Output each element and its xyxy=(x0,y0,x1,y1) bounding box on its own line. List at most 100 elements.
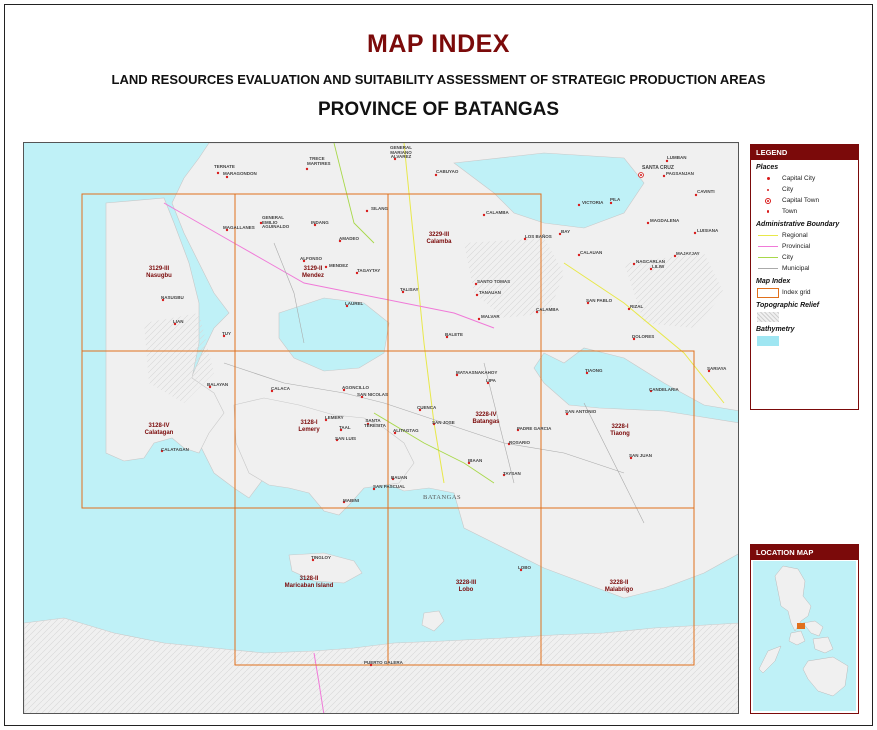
place-label: CUENCA xyxy=(417,405,437,410)
place-label: DOLORES xyxy=(632,334,655,339)
small-island xyxy=(421,610,445,632)
place-label: SILANG xyxy=(371,206,389,211)
place-label: SAN ANTONIO xyxy=(565,409,597,414)
legend-title: LEGEND xyxy=(751,145,858,160)
place-label: PAGSANJAN xyxy=(666,171,694,176)
grid-label-3129-ii[interactable]: 3129-II Mendez xyxy=(302,266,324,280)
place-label: TAAL xyxy=(339,425,351,430)
place-label: LOS BAÑOS xyxy=(525,234,552,239)
place-label: BAY xyxy=(561,229,571,234)
legend-row: Town xyxy=(757,206,858,217)
place-label: TALISAY xyxy=(400,287,419,292)
place-label: LEMERY xyxy=(325,415,344,420)
place-label: ALFONSO xyxy=(300,256,322,261)
map-canvas xyxy=(24,143,738,713)
place-label: TRECE MARTIRES xyxy=(307,156,331,166)
place-label: BALETE xyxy=(445,332,463,337)
grid-label-3128-ii[interactable]: 3128-II Maricaban Island xyxy=(285,576,334,590)
main-map[interactable]: TERNATE MARAGONDON TRECE MARTIRES GENERA… xyxy=(23,142,739,714)
legend-panel: LEGEND Places Capital City City Capital … xyxy=(750,144,859,410)
place-label: SARIAYA xyxy=(707,366,727,371)
place-label: LUISIANA xyxy=(697,228,719,233)
place-label: PADRE GARCIA xyxy=(517,426,552,431)
province-title: PROVINCE OF BATANGAS xyxy=(317,99,560,120)
place-label: SAN NICOLAS xyxy=(357,392,389,397)
grid-label-3228-i[interactable]: 3228-I Tiaong xyxy=(610,424,630,438)
place-label: LILIW xyxy=(652,264,665,269)
city-marker-icon xyxy=(767,188,769,191)
place-label: MAJAYJAY xyxy=(676,251,700,256)
place-label: TINGLOY xyxy=(311,555,331,560)
place-label: TAGAYTAY xyxy=(357,268,381,273)
grid-label-3228-iii[interactable]: 3228-III Lobo xyxy=(456,580,476,594)
page-subtitle: LAND RESOURCES EVALUATION AND SUITABILIT… xyxy=(111,72,766,87)
location-map[interactable] xyxy=(753,561,856,711)
place-label: IBAAN xyxy=(468,458,483,463)
place-label: VICTORIA xyxy=(582,200,604,205)
place-label: MATAASNAKAHOY xyxy=(456,370,498,375)
legend-row: Provincial xyxy=(757,241,858,252)
place-label: GENERAL MARIANO ALVAREZ xyxy=(389,145,412,159)
page-title: MAP INDEX xyxy=(367,30,510,58)
location-marker-icon xyxy=(797,623,805,629)
place-label: MAGALLANES xyxy=(223,225,255,230)
grid-label-3128-i[interactable]: 3128-I Lemery xyxy=(298,420,319,434)
legend-row: Municipal xyxy=(757,263,858,274)
place-label: SAN PABLO xyxy=(586,298,613,303)
place-label: PILA xyxy=(610,197,621,202)
place-label: NASUGBU xyxy=(161,295,184,300)
place-label: AGONCILLO xyxy=(342,385,369,390)
index-grid-swatch-icon xyxy=(757,287,779,298)
city-line-icon xyxy=(758,257,778,258)
place-label: TUY xyxy=(222,331,231,336)
legend-row: City xyxy=(757,252,858,263)
legend-bathy-heading: Bathymetry xyxy=(756,326,795,333)
legend-relief-heading: Topographic Relief xyxy=(756,302,820,309)
location-map-panel: LOCATION MAP xyxy=(750,544,859,714)
grid-label-3128-iv[interactable]: 3128-IV Calatagan xyxy=(145,423,174,437)
legend-row xyxy=(757,335,858,346)
place-label: MALVAR xyxy=(481,314,500,319)
grid-label-3228-ii[interactable]: 3228-II Malabrigo xyxy=(605,580,633,594)
legend-places-heading: Places xyxy=(756,164,779,171)
legend-row: Capital City xyxy=(757,173,858,184)
place-label: LAUREL xyxy=(345,301,364,306)
place-label: SANTA TERESITA xyxy=(364,418,386,428)
place-label: CALAMBA xyxy=(536,307,559,312)
legend-row: City xyxy=(757,184,858,195)
place-label: TIAONG xyxy=(585,368,603,373)
place-label: SANTO TOMAS xyxy=(477,279,511,284)
place-label: CANDELARIA xyxy=(649,387,679,392)
location-map-title: LOCATION MAP xyxy=(751,545,858,560)
place-label: CALAMBA xyxy=(486,210,509,215)
place-label: TANAUAN xyxy=(479,290,501,295)
bathymetry-swatch-icon xyxy=(757,335,779,346)
place-label: AMADEO xyxy=(339,236,359,241)
place-label: MENDEZ xyxy=(329,263,348,268)
legend-row: Capital Town xyxy=(757,195,858,206)
capital-town-marker-icon xyxy=(765,197,771,204)
relief-swatch-icon xyxy=(757,311,779,322)
regional-line-icon xyxy=(758,235,778,236)
legend-index-heading: Map Index xyxy=(756,278,791,285)
place-label: LUMBAN xyxy=(667,155,687,160)
grid-label-3228-iv[interactable]: 3228-IV Batangas xyxy=(472,412,499,426)
provincial-line-icon xyxy=(758,246,778,247)
municipal-line-icon xyxy=(758,268,778,269)
place-label: SAN JOSE xyxy=(432,420,455,425)
place-label: MARAGONDON xyxy=(223,171,257,176)
grid-label-3229-iii[interactable]: 3229-III Calamba xyxy=(426,232,451,246)
place-label: LIPA xyxy=(486,378,496,383)
place-label: MAGDALENA xyxy=(650,218,680,223)
grid-label-3129-iii[interactable]: 3129-III Nasugbu xyxy=(146,266,172,280)
place-label: RIZAL xyxy=(630,304,644,309)
place-label: INDANG xyxy=(311,220,329,225)
legend-row: Index grid xyxy=(757,287,858,298)
place-label: BAUAN xyxy=(391,475,408,480)
place-label: ROSARIO xyxy=(509,440,531,445)
place-label: CALACA xyxy=(271,386,290,391)
place-label: CABUYAO xyxy=(436,169,459,174)
place-label: CALATAGAN xyxy=(161,447,189,452)
place-label: TAYSAN xyxy=(503,471,521,476)
place-label: LIAN xyxy=(173,319,184,324)
